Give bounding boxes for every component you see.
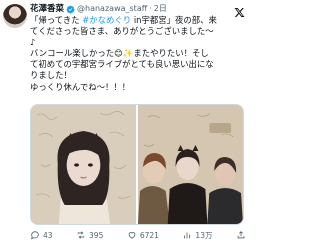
tweet-text-line: 「帰ってきた #かなめぐり in宇都宮」夜の部、来 <box>30 15 246 26</box>
separator-dot: · <box>149 4 152 13</box>
tweet-text-line: りました！ <box>30 70 72 81</box>
repost-count: 395 <box>89 230 104 240</box>
tweet-header: 花澤香菜 @hanazawa_staff · 2日 <box>30 3 167 15</box>
hashtag-link[interactable]: #かなめぐり <box>82 15 131 25</box>
display-name[interactable]: 花澤香菜 <box>30 3 64 15</box>
like-count: 6721 <box>139 230 159 240</box>
reply-button[interactable]: 43 <box>30 230 53 240</box>
tweet-text-line: て初めての宇都宮ライブがとても良い思い出にな <box>30 59 214 70</box>
photo-group[interactable] <box>138 105 243 224</box>
tweet-text-line: ゆっくり休んでね〜！！！ <box>30 81 131 92</box>
views-button[interactable]: 13万 <box>182 230 212 241</box>
tweet-text-segment: 「帰ってきた <box>30 15 83 25</box>
like-button[interactable]: 6721 <box>127 230 159 240</box>
photo-portrait-illustration <box>31 105 136 224</box>
tweet-text-segment: in宇都宮」夜の部、来 <box>131 15 217 25</box>
timestamp[interactable]: 2日 <box>154 3 167 15</box>
share-button[interactable] <box>236 230 246 240</box>
reply-count: 43 <box>43 230 53 240</box>
verified-badge-icon <box>66 5 75 14</box>
tweet[interactable]: 花澤香菜 @hanazawa_staff · 2日 「帰ってきた #かなめぐり … <box>0 0 250 248</box>
heart-icon <box>128 232 136 239</box>
repost-button[interactable]: 395 <box>76 230 103 240</box>
photo-portrait[interactable] <box>31 105 136 224</box>
avatar[interactable] <box>3 4 27 28</box>
tweet-text-line: ♪ <box>30 37 36 48</box>
photo-group-illustration <box>138 105 243 224</box>
x-logo-icon[interactable] <box>234 3 245 17</box>
views-count: 13万 <box>195 230 213 240</box>
share-icon <box>237 231 245 239</box>
tweet-text: 「帰ってきた #かなめぐり in宇都宮」夜の部、来 てくださった皆さま、ありがと… <box>30 15 246 93</box>
reply-icon <box>30 231 39 240</box>
tweet-text-line: バンコール楽しかった😊✨またやりたい！そし <box>30 48 209 59</box>
views-icon <box>184 232 191 239</box>
tweet-actions: 43 395 6721 13万 <box>30 228 246 242</box>
user-handle[interactable]: @hanazawa_staff <box>77 3 147 15</box>
tweet-text-line: てくださった皆さま、ありがとうございました〜 <box>30 26 214 37</box>
media-grid <box>30 104 244 225</box>
repost-icon <box>77 231 85 239</box>
